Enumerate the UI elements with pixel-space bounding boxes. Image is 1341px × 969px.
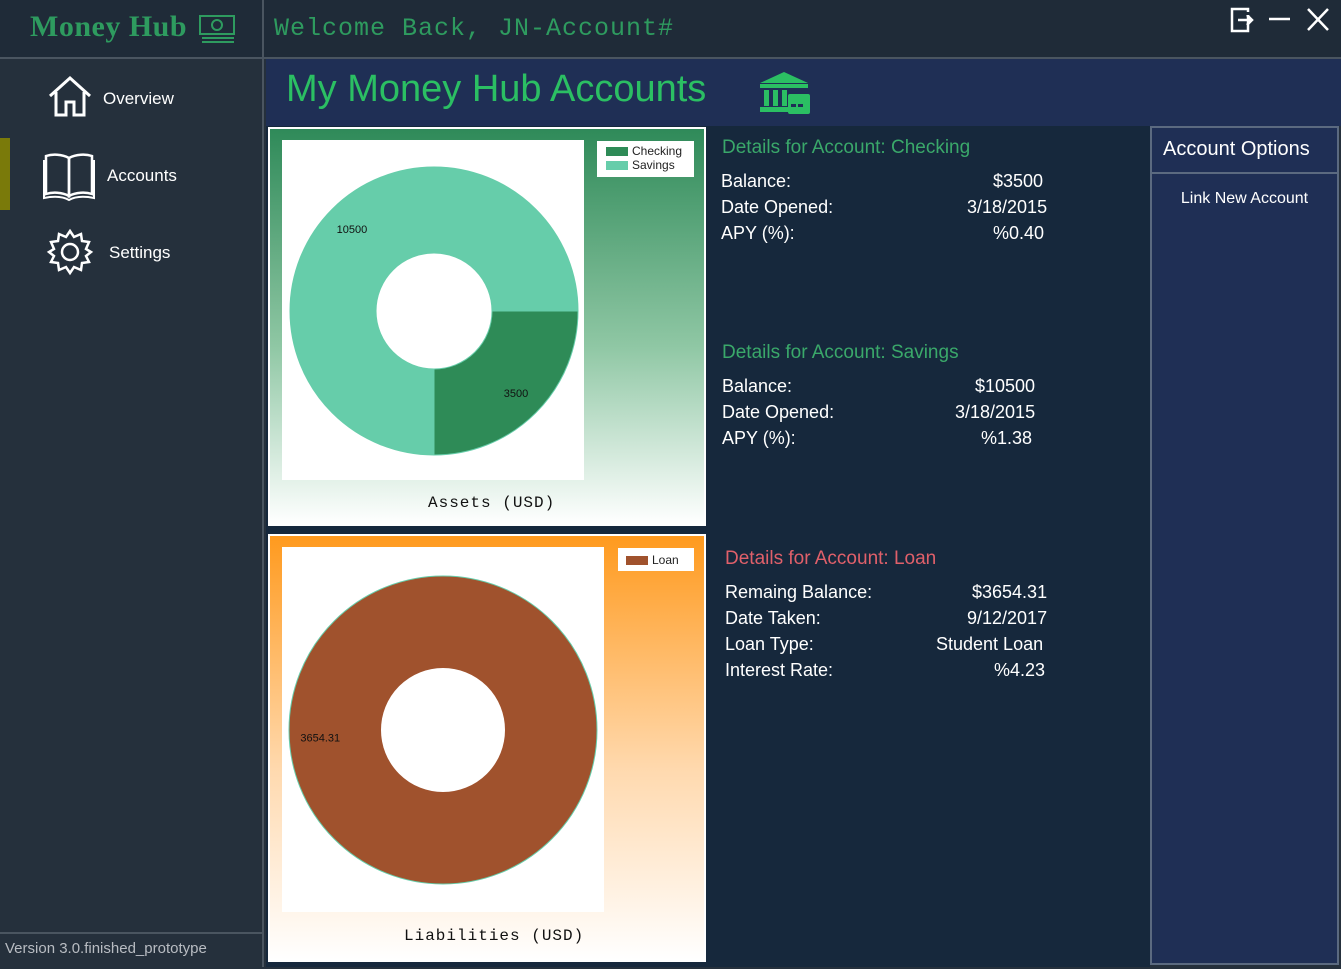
sidebar-item-overview[interactable]: Overview: [0, 64, 262, 134]
legend-item-savings: Savings: [606, 158, 675, 172]
loan-details-title: Details for Account: Loan: [725, 548, 937, 569]
legend-swatch: [606, 147, 628, 157]
logout-icon[interactable]: [1230, 7, 1254, 33]
detail-value: $10500: [975, 376, 1036, 396]
detail-label: APY (%):: [722, 428, 796, 448]
detail-value: 9/12/2017: [967, 608, 1048, 628]
slice-label-checking: 3500: [504, 388, 528, 400]
assets-legend: Checking Savings: [597, 141, 694, 177]
detail-value: $3654.31: [972, 582, 1048, 602]
legend-item-checking: Checking: [606, 144, 682, 158]
detail-label: Loan Type:: [725, 634, 814, 654]
detail-value: Student Loan: [936, 634, 1044, 654]
liabilities-chart-area: 3654.31: [282, 547, 604, 912]
account-options-title: Account Options: [1152, 128, 1337, 174]
bank-icon: [758, 70, 812, 121]
sidebar-item-label: Accounts: [107, 166, 177, 185]
detail-value: 3/18/2015: [967, 197, 1048, 217]
sidebar-item-label: Settings: [109, 243, 171, 262]
account-options-panel: [1150, 126, 1339, 965]
detail-label: Balance:: [722, 376, 793, 396]
close-icon[interactable]: [1307, 8, 1329, 31]
detail-label: Interest Rate:: [725, 660, 834, 680]
legend-swatch: [606, 161, 628, 171]
detail-label: Remaing Balance:: [725, 582, 873, 602]
detail-value: 3/18/2015: [955, 402, 1036, 422]
sidebar-item-accounts[interactable]: Accounts: [0, 140, 262, 210]
link-new-account-button[interactable]: Link New Account: [1152, 190, 1337, 208]
detail-label: Date Opened:: [722, 402, 835, 422]
detail-value: $3500: [993, 171, 1044, 191]
detail-label: APY (%):: [721, 223, 795, 243]
liabilities-caption: Liabilities (USD): [404, 927, 585, 945]
slice-checking: [433, 310, 579, 456]
slice-label-loan: 3654.31: [300, 733, 340, 745]
assets-caption: Assets (USD): [428, 494, 556, 512]
assets-chart-area: 3500 10500: [282, 140, 584, 480]
slice-label-savings: 10500: [337, 224, 368, 236]
legend-item-loan: Loan: [626, 553, 679, 567]
home-icon: [47, 74, 93, 123]
sidebar-item-settings[interactable]: Settings: [0, 218, 262, 288]
detail-value: %4.23: [994, 660, 1046, 680]
assets-donut-chart: 3500 10500: [289, 166, 579, 456]
gear-icon: [46, 228, 94, 281]
legend-swatch: [626, 556, 648, 566]
sidebar-item-label: Overview: [103, 89, 174, 108]
detail-label: Date Taken:: [725, 608, 821, 628]
liabilities-legend: Loan: [618, 548, 694, 571]
window-controls: [1226, 6, 1336, 41]
savings-details-title: Details for Account: Savings: [722, 342, 959, 363]
page-title: My Money Hub Accounts: [286, 68, 707, 110]
slice-loan: [289, 576, 597, 884]
detail-label: Date Opened:: [721, 197, 834, 217]
checking-details-title: Details for Account: Checking: [722, 137, 971, 158]
book-icon: [42, 148, 96, 207]
detail-label: Balance:: [721, 171, 792, 191]
liabilities-donut-chart: 3654.31: [288, 575, 598, 885]
money-icon: [198, 12, 236, 49]
version-label: Version 3.0.finished_prototype: [0, 932, 262, 969]
welcome-message: Welcome Back, JN-Account#: [274, 14, 675, 43]
brand-title: Money Hub: [30, 10, 188, 43]
detail-value: %0.40: [993, 223, 1045, 243]
detail-value: %1.38: [981, 428, 1033, 448]
